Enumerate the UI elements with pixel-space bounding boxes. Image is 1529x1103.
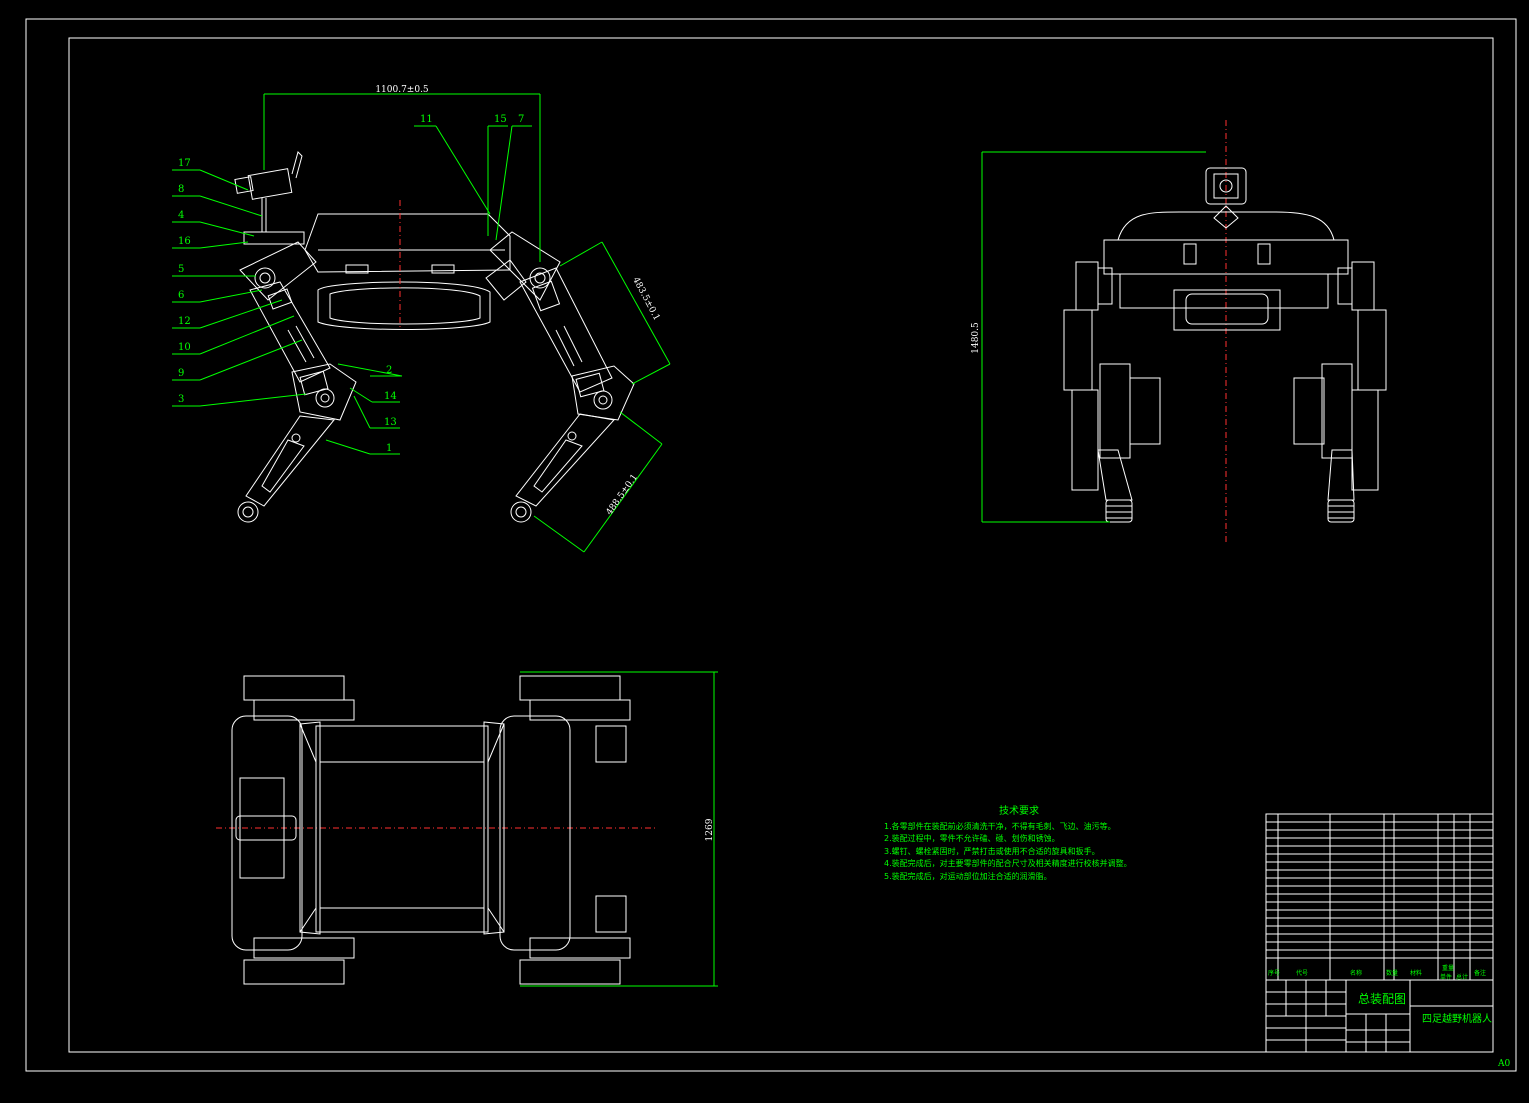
callout-13: 13 [384,417,397,428]
tech-item: 3.螺钉、螺栓紧固时，严禁打击或使用不合适的旋具和扳手。 [884,846,1100,856]
dim-top-width: 1100.7±0.5 [375,85,429,95]
tb-header-code: 代号 [1296,970,1309,977]
callout-4: 4 [178,210,184,221]
callout-2: 2 [386,365,392,376]
callout-6: 6 [178,290,184,301]
callout-10: 10 [178,342,191,353]
callout-8: 8 [178,184,184,195]
cad-drawing: 1100.7±0.5 483.5±0.1 488.5±0.1 17 8 4 16… [25,18,1517,1072]
tb-header-total: 总计 [1456,974,1469,981]
tb-header-material: 材料 [1410,970,1423,977]
product-name: 四足越野机器人 [1422,1014,1492,1025]
callout-12: 12 [178,316,191,327]
dim-shin: 488.5±0.1 [605,472,641,517]
dim-plan-width: 1269 [705,818,715,841]
tech-item: 4.装配完成后，对主要零部件的配合尺寸及相关精度进行校核并调整。 [884,859,1132,868]
plan-view: 1269 [216,671,718,987]
callout-14: 14 [384,391,397,402]
sheet-size: A0 [1497,1059,1510,1069]
tb-header-no: 序号 [1268,970,1281,977]
callout-17: 17 [178,158,191,169]
drawing-canvas: 1100.7±0.5 483.5±0.1 488.5±0.1 17 8 4 16… [0,0,1529,1103]
end-view: 1480.5 [971,120,1387,545]
callout-16: 16 [178,236,191,247]
callout-15: 15 [494,114,507,125]
callout-3: 3 [178,394,184,405]
tech-item: 1.各零部件在装配前必须清洗干净，不得有毛刺、飞边、油污等。 [884,821,1116,831]
tb-header-name: 名称 [1350,970,1363,977]
dim-height: 1480.5 [971,322,981,354]
callout-9: 9 [178,368,184,379]
callout-7: 7 [518,114,524,125]
callout-11: 11 [420,114,433,125]
callout-5: 5 [178,264,184,275]
tech-requirements: 技术要求 1.各零部件在装配前必须清洗干净，不得有毛刺、飞边、油污等。 2.装配… [884,806,1154,883]
callout-1: 1 [386,443,392,454]
side-view: 1100.7±0.5 483.5±0.1 488.5±0.1 17 8 4 16… [172,85,671,553]
dim-thigh: 483.5±0.1 [630,276,661,323]
tech-item: 5.装配完成后，对运动部位加注合适的润滑脂。 [884,871,1052,881]
inner-border [68,37,1494,1053]
tb-header-qty: 数量 [1386,970,1399,977]
drawing-title: 总装配图 [1358,992,1407,1006]
tech-item: 2.装配过程中，零件不允许磕、碰、划伤和锈蚀。 [884,834,1060,843]
tb-header-weight: 重量 [1442,965,1455,972]
tb-header-unit: 单件 [1440,974,1453,981]
tech-title: 技术要求 [999,806,1039,817]
tb-header-remark: 备注 [1474,970,1487,977]
